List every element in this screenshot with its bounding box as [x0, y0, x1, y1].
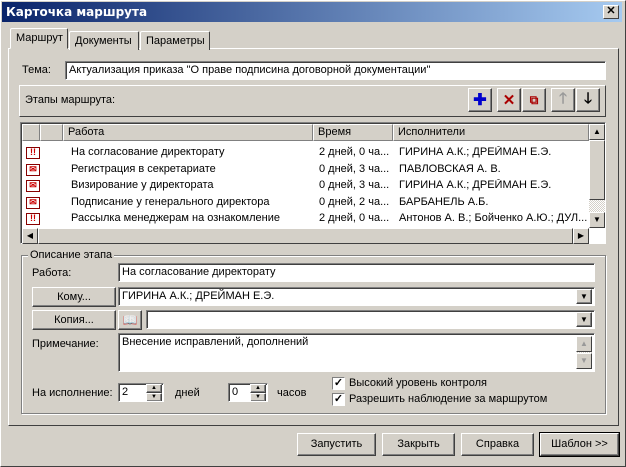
execution-label: На исполнение: [32, 387, 113, 399]
time-cell: 0 дней, 3 ча... [319, 162, 390, 175]
performers-cell: ГИРИНА А.К.; ДРЕЙМАН Е.Э. [399, 146, 552, 158]
days-label: дней [175, 387, 200, 399]
template-button[interactable]: Шаблон >> [539, 432, 620, 457]
hours-label: часов [277, 387, 307, 399]
to-button[interactable]: Кому... [32, 287, 116, 307]
scroll-right-icon[interactable]: ▶ [573, 228, 589, 244]
performers-cell: БАРБАНЕЛЬ А.Б. [399, 195, 489, 208]
work-cell: Визирование у директората [71, 179, 214, 192]
tab-route[interactable]: Маршрут [10, 28, 68, 49]
stages-table: Работа Время Исполнители !! На согласова… [20, 122, 606, 244]
scroll-down-icon[interactable]: ▼ [589, 212, 605, 228]
note-scrollbar[interactable]: ▲ ▼ [576, 336, 592, 369]
performers-cell: ГИРИНА А.К.; ДРЕЙМАН Е.Э. [399, 179, 552, 192]
table-row[interactable]: ✉ Подписание у генерального директора 0 … [22, 195, 589, 212]
time-cell: 2 дней, 0 ча... [319, 212, 390, 225]
copy-button[interactable]: Копия... [32, 310, 116, 330]
tab-parameters[interactable]: Параметры [140, 31, 210, 50]
horizontal-scrollbar[interactable]: ◀ ▶ [22, 228, 589, 244]
table-row[interactable]: !! Рассылка менеджерам на ознакомление 2… [22, 211, 589, 228]
delete-stage-button[interactable]: ✕ [497, 88, 521, 112]
work-cell: Регистрация в секретариате [71, 162, 216, 175]
delete-icon: ✕ [502, 92, 516, 109]
move-up-icon: 🡑 [559, 89, 567, 107]
allow-monitoring-checkbox[interactable]: ✓ [332, 393, 345, 406]
to-value: ГИРИНА А.К.; ДРЕЙМАН Е.Э. [122, 290, 275, 302]
subject-input[interactable]: Актуализация приказа "О праве подписина … [65, 61, 606, 80]
chevron-down-icon[interactable]: ▼ [576, 289, 592, 304]
tab-label: Параметры [146, 35, 205, 47]
stage-type-icon: ✉ [26, 163, 40, 176]
hscroll-thumb[interactable] [38, 228, 573, 244]
time-cell: 0 дней, 3 ча... [319, 179, 390, 192]
title-bar: Карточка маршрута [2, 2, 622, 22]
copy-icon: ⧉ [529, 92, 539, 107]
high-control-label: Высокий уровень контроля [349, 377, 487, 389]
performers-cell: Антонов А. В.; Бойченко А.Ю.; ДУЛ... [399, 212, 588, 225]
table-row[interactable]: ✉ Визирование у директората 0 дней, 3 ча… [22, 178, 589, 195]
address-book-icon: 📖 [122, 313, 138, 327]
scroll-down-icon[interactable]: ▼ [576, 353, 592, 369]
allow-monitoring-label: Разрешить наблюдение за маршрутом [349, 393, 548, 405]
scroll-thumb[interactable] [589, 140, 605, 200]
work-input[interactable]: На согласование директорату [118, 263, 595, 282]
scroll-left-icon[interactable]: ◀ [22, 228, 38, 244]
hours-value: 0 [232, 386, 239, 398]
subject-label: Тема: [22, 64, 51, 76]
stage-type-icon: ✉ [26, 196, 40, 209]
stage-type-icon: !! [26, 213, 40, 226]
chevron-down-icon[interactable]: ▼ [576, 312, 592, 327]
work-label: Работа: [32, 267, 72, 279]
group-legend: Описание этапа [28, 249, 115, 261]
vertical-scrollbar[interactable]: ▲ ▼ [589, 124, 605, 228]
performers-cell: ПАВЛОВСКАЯ А. В. [399, 162, 501, 175]
spin-down-icon[interactable]: ▼ [250, 393, 266, 401]
copy-combobox[interactable]: ▼ [146, 310, 595, 329]
note-label: Примечание: [32, 338, 99, 350]
help-button[interactable]: Справка [461, 433, 534, 456]
column-header-performers[interactable]: Исполнители [393, 124, 589, 141]
spin-down-icon[interactable]: ▼ [146, 393, 162, 401]
table-row[interactable]: ✉ Регистрация в секретариате 0 дней, 3 ч… [22, 162, 589, 179]
days-stepper[interactable]: 2 ▲ ▼ [118, 383, 164, 402]
column-header-work[interactable]: Работа [63, 124, 313, 141]
move-up-button[interactable]: 🡑 [551, 88, 575, 112]
stage-type-icon: !! [26, 147, 40, 159]
time-cell: 2 дней, 0 ча... [319, 146, 390, 158]
tab-label: Документы [75, 35, 132, 47]
work-cell: Подписание у генерального директора [71, 195, 270, 208]
tab-label: Маршрут [16, 32, 63, 44]
close-icon: ✕ [606, 5, 616, 17]
spin-up-icon[interactable]: ▲ [146, 384, 162, 393]
stage-type-icon: ✉ [26, 180, 40, 193]
high-control-checkbox[interactable]: ✓ [332, 377, 345, 390]
scroll-up-icon[interactable]: ▲ [576, 336, 592, 352]
window-title: Карточка маршрута [6, 5, 148, 19]
copy-stage-button[interactable]: ⧉ [522, 88, 546, 112]
to-combobox[interactable]: ГИРИНА А.К.; ДРЕЙМАН Е.Э. ▼ [118, 287, 595, 306]
close-dialog-button[interactable]: Закрыть [382, 433, 455, 456]
close-button[interactable]: ✕ [603, 5, 619, 19]
move-down-button[interactable]: 🡓 [576, 88, 600, 112]
stages-label: Этапы маршрута: [25, 94, 116, 106]
add-stage-icon: ✚ [473, 92, 487, 109]
tab-documents[interactable]: Документы [69, 31, 139, 50]
move-down-icon: 🡓 [584, 89, 592, 107]
add-stage-button[interactable]: ✚ [468, 88, 492, 112]
note-value: Внесение исправлений, дополнений [122, 336, 309, 348]
start-button[interactable]: Запустить [297, 433, 376, 456]
column-header-time[interactable]: Время [313, 124, 393, 141]
time-cell: 0 дней, 2 ча... [319, 195, 390, 208]
column-header-icon[interactable] [22, 124, 40, 141]
scroll-up-icon[interactable]: ▲ [589, 124, 605, 140]
work-cell: На согласование директорату [71, 146, 225, 158]
spin-up-icon[interactable]: ▲ [250, 384, 266, 393]
days-value: 2 [122, 386, 129, 398]
hours-stepper[interactable]: 0 ▲ ▼ [228, 383, 268, 402]
note-textarea[interactable]: Внесение исправлений, дополнений ▲ ▼ [118, 333, 595, 372]
work-cell: Рассылка менеджерам на ознакомление [71, 212, 280, 225]
table-row[interactable]: !! На согласование директорату 2 дней, 0… [22, 145, 589, 162]
column-header-blank[interactable] [40, 124, 63, 141]
address-book-button[interactable]: 📖 [118, 310, 142, 330]
